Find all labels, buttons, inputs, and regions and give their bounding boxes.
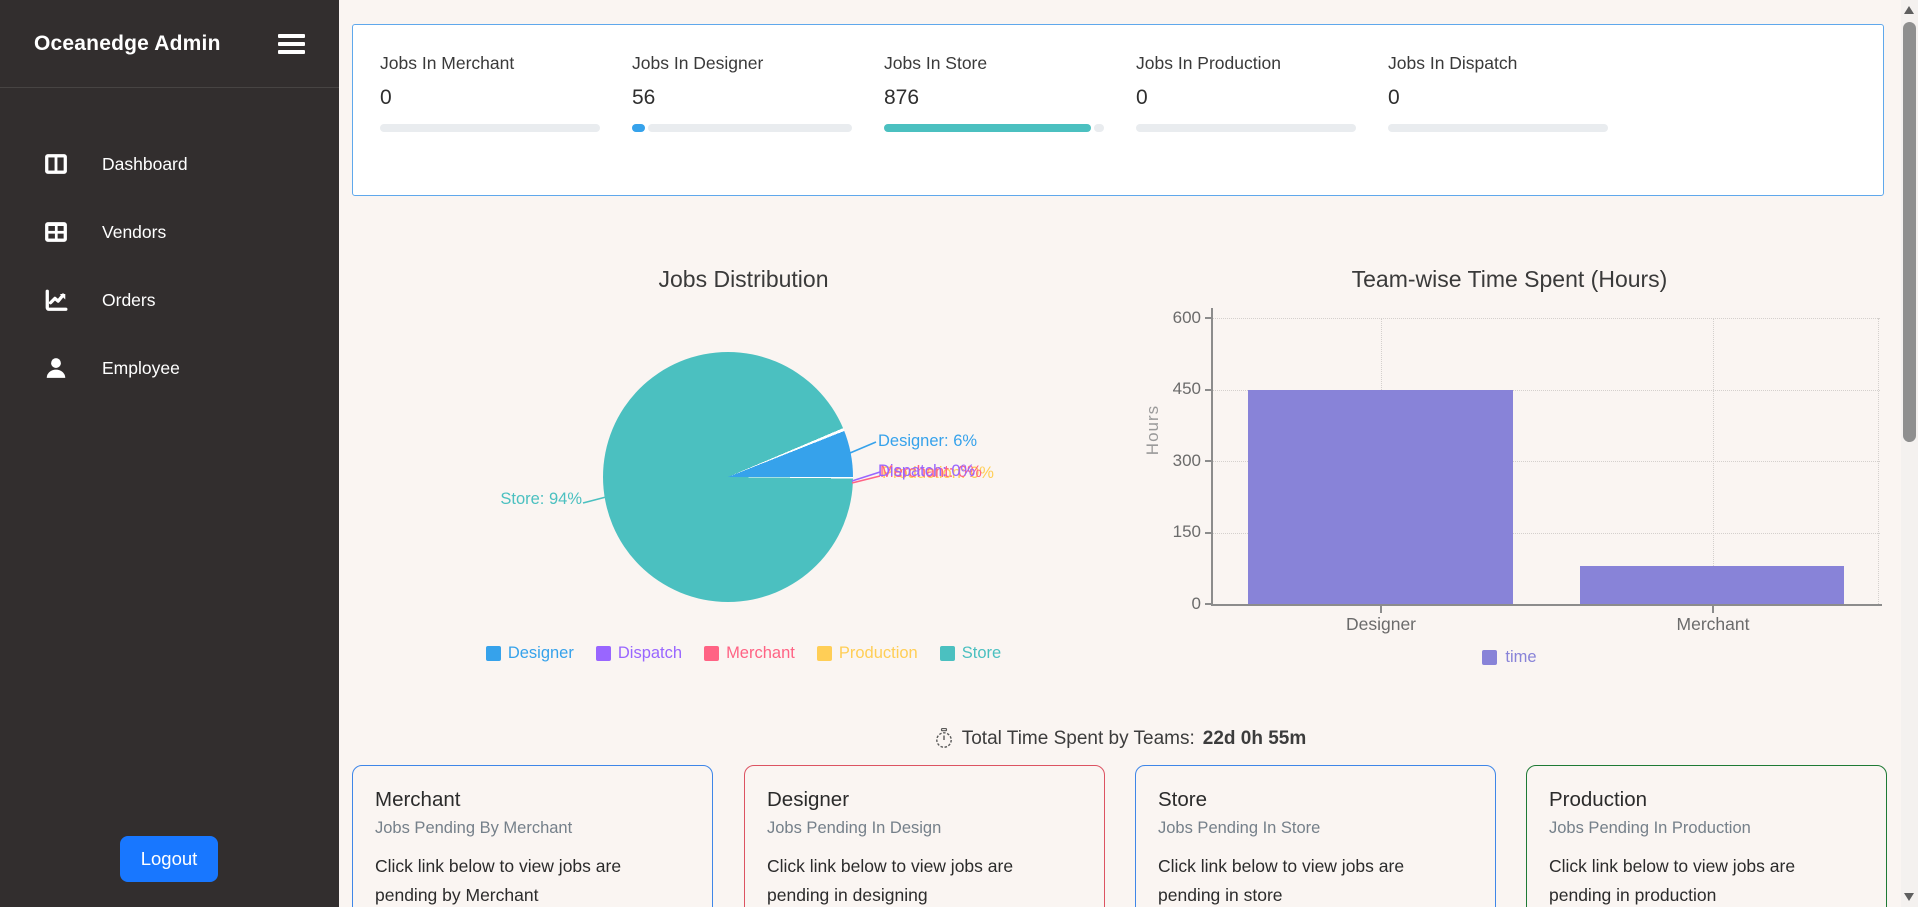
legend-item-production[interactable]: Production <box>816 644 918 663</box>
card-subtitle: Jobs Pending In Production <box>1549 819 1751 837</box>
card-subtitle: Jobs Pending In Store <box>1158 819 1321 837</box>
legend-swatch <box>485 646 501 661</box>
y-tick: 450 <box>1172 379 1201 398</box>
bar-plot-area <box>1211 318 1880 604</box>
total-time-value: 22d 0h 55m <box>1202 728 1307 749</box>
bar-legend[interactable]: time <box>1135 648 1884 667</box>
card-designer: Designer Jobs Pending In Design Click li… <box>744 765 1105 907</box>
logout-button[interactable]: Logout <box>120 836 218 882</box>
pie-label-store: Store: 94% <box>500 490 582 508</box>
card-body: Click link below to view jobs are pendin… <box>1158 856 1405 905</box>
sidebar: Oceanedge Admin Dashboard Vendors Orders… <box>0 0 339 907</box>
table-icon <box>45 222 67 242</box>
sidebar-item-label: Dashboard <box>102 153 188 174</box>
card-body: Click link below to view jobs are pendin… <box>767 856 1014 905</box>
jobs-distribution-chart: Jobs Distribution Designer: 6% Productio… <box>352 0 1135 720</box>
card-merchant: Merchant Jobs Pending By Merchant Click … <box>352 765 713 907</box>
sidebar-header: Oceanedge Admin <box>0 0 339 88</box>
y-tick: 300 <box>1172 451 1201 470</box>
card-title: Store <box>1158 788 1207 811</box>
x-tick-merchant: Merchant <box>1676 614 1750 634</box>
bar-designer[interactable] <box>1248 389 1513 604</box>
hamburger-menu-icon[interactable] <box>278 33 305 54</box>
sidebar-item-dashboard[interactable]: Dashboard <box>0 130 339 198</box>
sidebar-item-label: Vendors <box>102 221 167 242</box>
scroll-up-arrow[interactable] <box>1904 6 1914 14</box>
total-time-row: Total Time Spent by Teams: 22d 0h 55m <box>339 728 1901 750</box>
y-tick: 150 <box>1172 522 1201 541</box>
card-store: Store Jobs Pending In Store Click link b… <box>1135 765 1496 907</box>
scroll-down-arrow[interactable] <box>1904 893 1914 901</box>
pie-label-designer: Designer: 6% <box>878 432 978 450</box>
legend-item-designer[interactable]: Designer <box>485 644 574 663</box>
main-content: Jobs In Merchant 0 Jobs In Designer 56 J… <box>339 0 1901 907</box>
total-time-label: Total Time Spent by Teams: <box>961 728 1195 749</box>
card-body: Click link below to view jobs are pendin… <box>375 856 622 905</box>
chart-line-icon <box>45 289 68 311</box>
y-tick: 600 <box>1172 308 1201 327</box>
app-title: Oceanedge Admin <box>34 31 221 55</box>
columns-icon <box>45 154 67 174</box>
x-tick-designer: Designer <box>1345 614 1417 634</box>
card-title: Designer <box>767 788 850 811</box>
bar-chart-title: Team-wise Time Spent (Hours) <box>1351 266 1668 292</box>
user-icon <box>46 358 66 378</box>
legend-swatch <box>939 646 955 661</box>
x-axis <box>1211 604 1882 606</box>
vertical-scrollbar <box>1901 0 1918 907</box>
y-tick: 0 <box>1191 594 1201 613</box>
bar-legend-label: time <box>1505 648 1537 666</box>
card-body: Click link below to view jobs are pendin… <box>1549 856 1796 905</box>
stopwatch-icon <box>935 728 952 748</box>
bar-merchant[interactable] <box>1580 565 1844 604</box>
card-title: Merchant <box>375 788 461 811</box>
team-time-chart: Team-wise Time Spent (Hours) Hours 600 4… <box>1135 0 1884 720</box>
sidebar-item-orders[interactable]: Orders <box>0 266 339 334</box>
sidebar-nav: Dashboard Vendors Orders Employee <box>0 130 339 402</box>
pie-chart-title: Jobs Distribution <box>658 266 829 292</box>
dashboard-page: Oceanedge Admin Dashboard Vendors Orders… <box>0 0 1918 907</box>
card-production: Production Jobs Pending In Production Cl… <box>1526 765 1887 907</box>
legend-item-merchant[interactable]: Merchant <box>704 644 795 663</box>
legend-swatch <box>1482 650 1498 665</box>
card-subtitle: Jobs Pending By Merchant <box>375 819 573 837</box>
pie-legend: Designer Dispatch Merchant Production St… <box>352 644 1135 663</box>
pie-circle[interactable] <box>603 352 853 602</box>
pie-label-dispatch: Dispatch: 0% <box>878 462 976 480</box>
card-title: Production <box>1549 788 1648 811</box>
legend-swatch <box>816 646 832 661</box>
legend-item-store[interactable]: Store <box>939 644 1001 663</box>
card-subtitle: Jobs Pending In Design <box>767 819 942 837</box>
sidebar-item-employee[interactable]: Employee <box>0 334 339 402</box>
sidebar-item-label: Orders <box>102 289 156 310</box>
legend-swatch <box>704 646 720 661</box>
legend-swatch <box>595 646 611 661</box>
sidebar-item-label: Employee <box>102 357 180 378</box>
y-axis <box>1211 308 1213 605</box>
scrollbar-thumb[interactable] <box>1903 22 1916 442</box>
legend-item-dispatch[interactable]: Dispatch <box>595 644 682 663</box>
sidebar-item-vendors[interactable]: Vendors <box>0 198 339 266</box>
